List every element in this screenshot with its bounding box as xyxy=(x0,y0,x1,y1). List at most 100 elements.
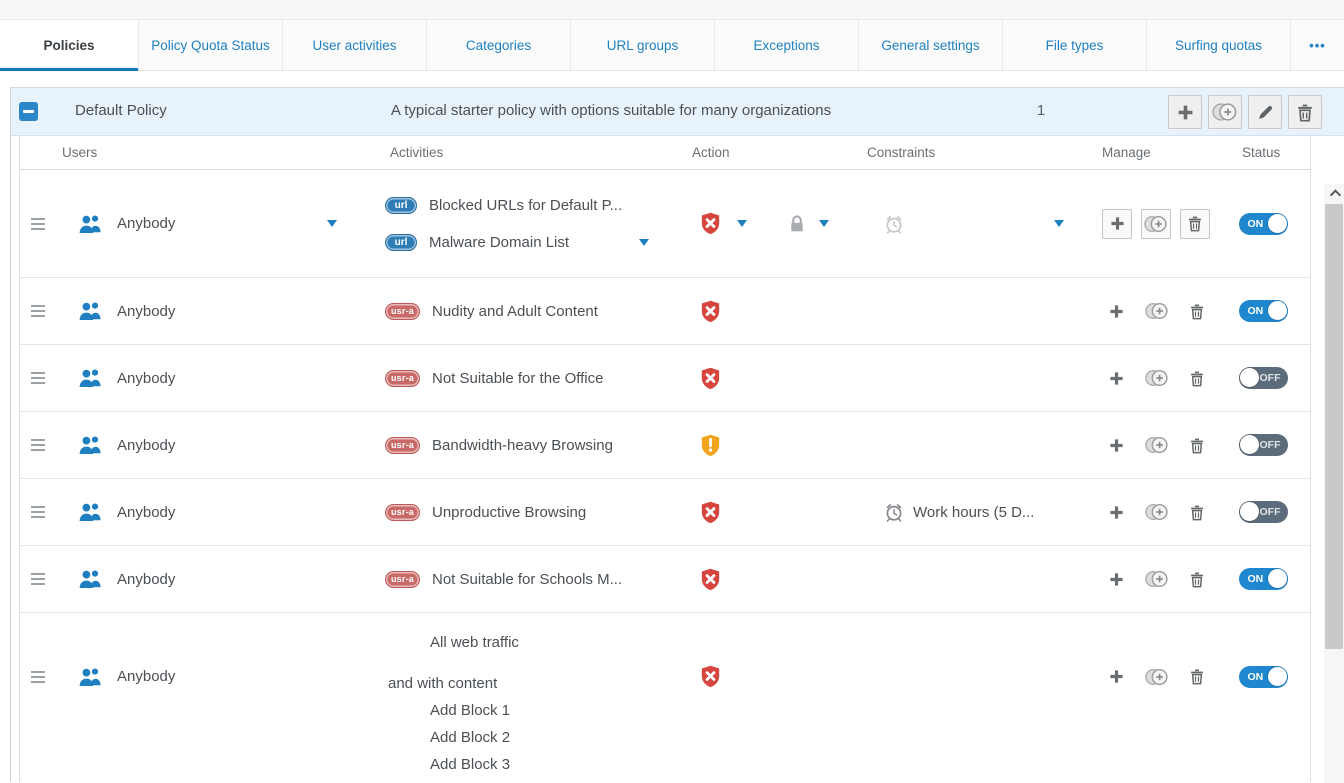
clone-rule-icon[interactable] xyxy=(1143,667,1171,687)
chevron-down-icon[interactable] xyxy=(327,220,337,227)
status-toggle[interactable]: OFF xyxy=(1239,501,1288,523)
clone-rule-button[interactable] xyxy=(1141,209,1171,239)
tab-exceptions[interactable]: Exceptions xyxy=(715,20,859,70)
users-value[interactable]: Anybody xyxy=(117,303,175,320)
drag-handle-icon[interactable] xyxy=(31,377,45,379)
users-value[interactable]: Anybody xyxy=(117,668,175,685)
plus-icon xyxy=(1177,104,1194,121)
warn-shield-icon[interactable] xyxy=(700,434,721,457)
alarm-clock-icon[interactable] xyxy=(884,214,904,234)
users-value[interactable]: Anybody xyxy=(117,370,175,387)
users-value[interactable]: Anybody xyxy=(117,215,175,232)
drag-handle-icon[interactable] xyxy=(31,578,45,580)
block-shield-icon[interactable] xyxy=(700,501,721,524)
users-value[interactable]: Anybody xyxy=(117,437,175,454)
content-item[interactable]: Add Block 1 xyxy=(430,703,681,719)
delete-rule-icon[interactable] xyxy=(1190,303,1204,320)
add-rule-icon[interactable] xyxy=(1109,304,1124,319)
url-badge: url xyxy=(385,234,417,251)
add-rule-icon[interactable] xyxy=(1109,572,1124,587)
users-icon xyxy=(77,301,104,321)
activity-label[interactable]: Blocked URLs for Default P... xyxy=(429,197,622,214)
delete-rule-icon[interactable] xyxy=(1190,571,1204,588)
block-shield-icon[interactable] xyxy=(700,367,721,390)
chevron-down-icon[interactable] xyxy=(639,239,649,246)
activity-label[interactable]: Unproductive Browsing xyxy=(432,504,586,521)
activity-label[interactable]: Nudity and Adult Content xyxy=(432,303,598,320)
clone-rule-icon[interactable] xyxy=(1143,569,1171,589)
scrollbar-thumb[interactable] xyxy=(1325,204,1343,649)
edit-button[interactable] xyxy=(1248,95,1282,129)
clone-button[interactable] xyxy=(1208,95,1242,129)
chevron-down-icon[interactable] xyxy=(1054,220,1064,227)
table-row: Anybody usr-a Bandwidth-heavy Browsing xyxy=(20,411,1310,478)
vertical-scrollbar[interactable] xyxy=(1324,184,1344,783)
status-toggle[interactable]: OFF xyxy=(1239,367,1288,389)
block-shield-icon[interactable] xyxy=(700,300,721,323)
add-rule-icon[interactable] xyxy=(1109,505,1124,520)
delete-rule-icon[interactable] xyxy=(1190,668,1204,685)
status-toggle[interactable]: ON xyxy=(1239,666,1288,688)
url-badge: url xyxy=(385,197,417,214)
delete-rule-icon[interactable] xyxy=(1190,504,1204,521)
clone-icon xyxy=(1210,101,1240,123)
content-item[interactable]: Add Block 2 xyxy=(430,730,681,746)
add-rule-button[interactable] xyxy=(1102,209,1132,239)
constraint-value[interactable]: Work hours (5 D... xyxy=(913,504,1034,521)
activity-label[interactable]: Bandwidth-heavy Browsing xyxy=(432,437,613,454)
clone-rule-icon[interactable] xyxy=(1143,502,1171,522)
content-item[interactable]: Add Block 3 xyxy=(430,757,681,773)
chevron-down-icon[interactable] xyxy=(819,220,829,227)
toggle-knob xyxy=(1268,301,1287,320)
tab-policies[interactable]: Policies xyxy=(0,20,139,70)
chevron-down-icon[interactable] xyxy=(737,220,747,227)
add-rule-icon[interactable] xyxy=(1109,438,1124,453)
lock-icon[interactable] xyxy=(788,214,806,233)
more-tabs-ellipsis-icon[interactable]: ••• xyxy=(1291,20,1344,70)
drag-handle-icon[interactable] xyxy=(31,310,45,312)
collapse-minus-icon[interactable] xyxy=(19,102,38,121)
activity-label[interactable]: Not Suitable for the Office xyxy=(432,370,603,387)
block-shield-icon[interactable] xyxy=(700,212,721,235)
tab-file-types[interactable]: File types xyxy=(1003,20,1147,70)
block-shield-icon[interactable] xyxy=(700,568,721,591)
status-toggle[interactable]: OFF xyxy=(1239,434,1288,456)
tab-user-activities[interactable]: User activities xyxy=(283,20,427,70)
add-rule-icon[interactable] xyxy=(1109,371,1124,386)
delete-rule-icon[interactable] xyxy=(1190,370,1204,387)
table-row: Anybody All web traffic and with content… xyxy=(20,612,1310,782)
table-row: Anybody usr-a Unproductive Browsing Work… xyxy=(20,478,1310,545)
tab-surfing-quotas[interactable]: Surfing quotas xyxy=(1147,20,1291,70)
drag-handle-icon[interactable] xyxy=(31,676,45,678)
status-toggle[interactable]: ON xyxy=(1239,300,1288,322)
drag-handle-icon[interactable] xyxy=(31,444,45,446)
tab-general-settings[interactable]: General settings xyxy=(859,20,1003,70)
header-action: Action xyxy=(681,145,861,160)
clone-rule-icon[interactable] xyxy=(1143,435,1171,455)
tab-categories[interactable]: Categories xyxy=(427,20,571,70)
add-rule-icon[interactable] xyxy=(1109,669,1124,684)
status-toggle[interactable]: ON xyxy=(1239,568,1288,590)
delete-rule-button[interactable] xyxy=(1180,209,1210,239)
tab-url-groups[interactable]: URL groups xyxy=(571,20,715,70)
drag-handle-icon[interactable] xyxy=(31,223,45,225)
delete-rule-icon[interactable] xyxy=(1190,437,1204,454)
table-header-row: Users Activities Action Constraints Mana… xyxy=(20,136,1310,170)
scroll-up-icon[interactable] xyxy=(1324,186,1344,204)
clone-rule-icon[interactable] xyxy=(1143,301,1171,321)
table-row: Anybody url Blocked URLs for Default P..… xyxy=(20,170,1310,277)
users-icon xyxy=(77,368,104,388)
activity-label[interactable]: Not Suitable for Schools M... xyxy=(432,571,622,588)
header-status: Status xyxy=(1216,145,1310,160)
block-shield-icon[interactable] xyxy=(700,665,721,688)
table-row: Anybody usr-a Nudity and Adult Content xyxy=(20,277,1310,344)
delete-button[interactable] xyxy=(1288,95,1322,129)
activity-label[interactable]: Malware Domain List xyxy=(429,234,569,251)
tab-policy-quota-status[interactable]: Policy Quota Status xyxy=(139,20,283,70)
add-button[interactable] xyxy=(1168,95,1202,129)
users-value[interactable]: Anybody xyxy=(117,571,175,588)
status-toggle[interactable]: ON xyxy=(1239,213,1288,235)
drag-handle-icon[interactable] xyxy=(31,511,45,513)
users-value[interactable]: Anybody xyxy=(117,504,175,521)
clone-rule-icon[interactable] xyxy=(1143,368,1171,388)
